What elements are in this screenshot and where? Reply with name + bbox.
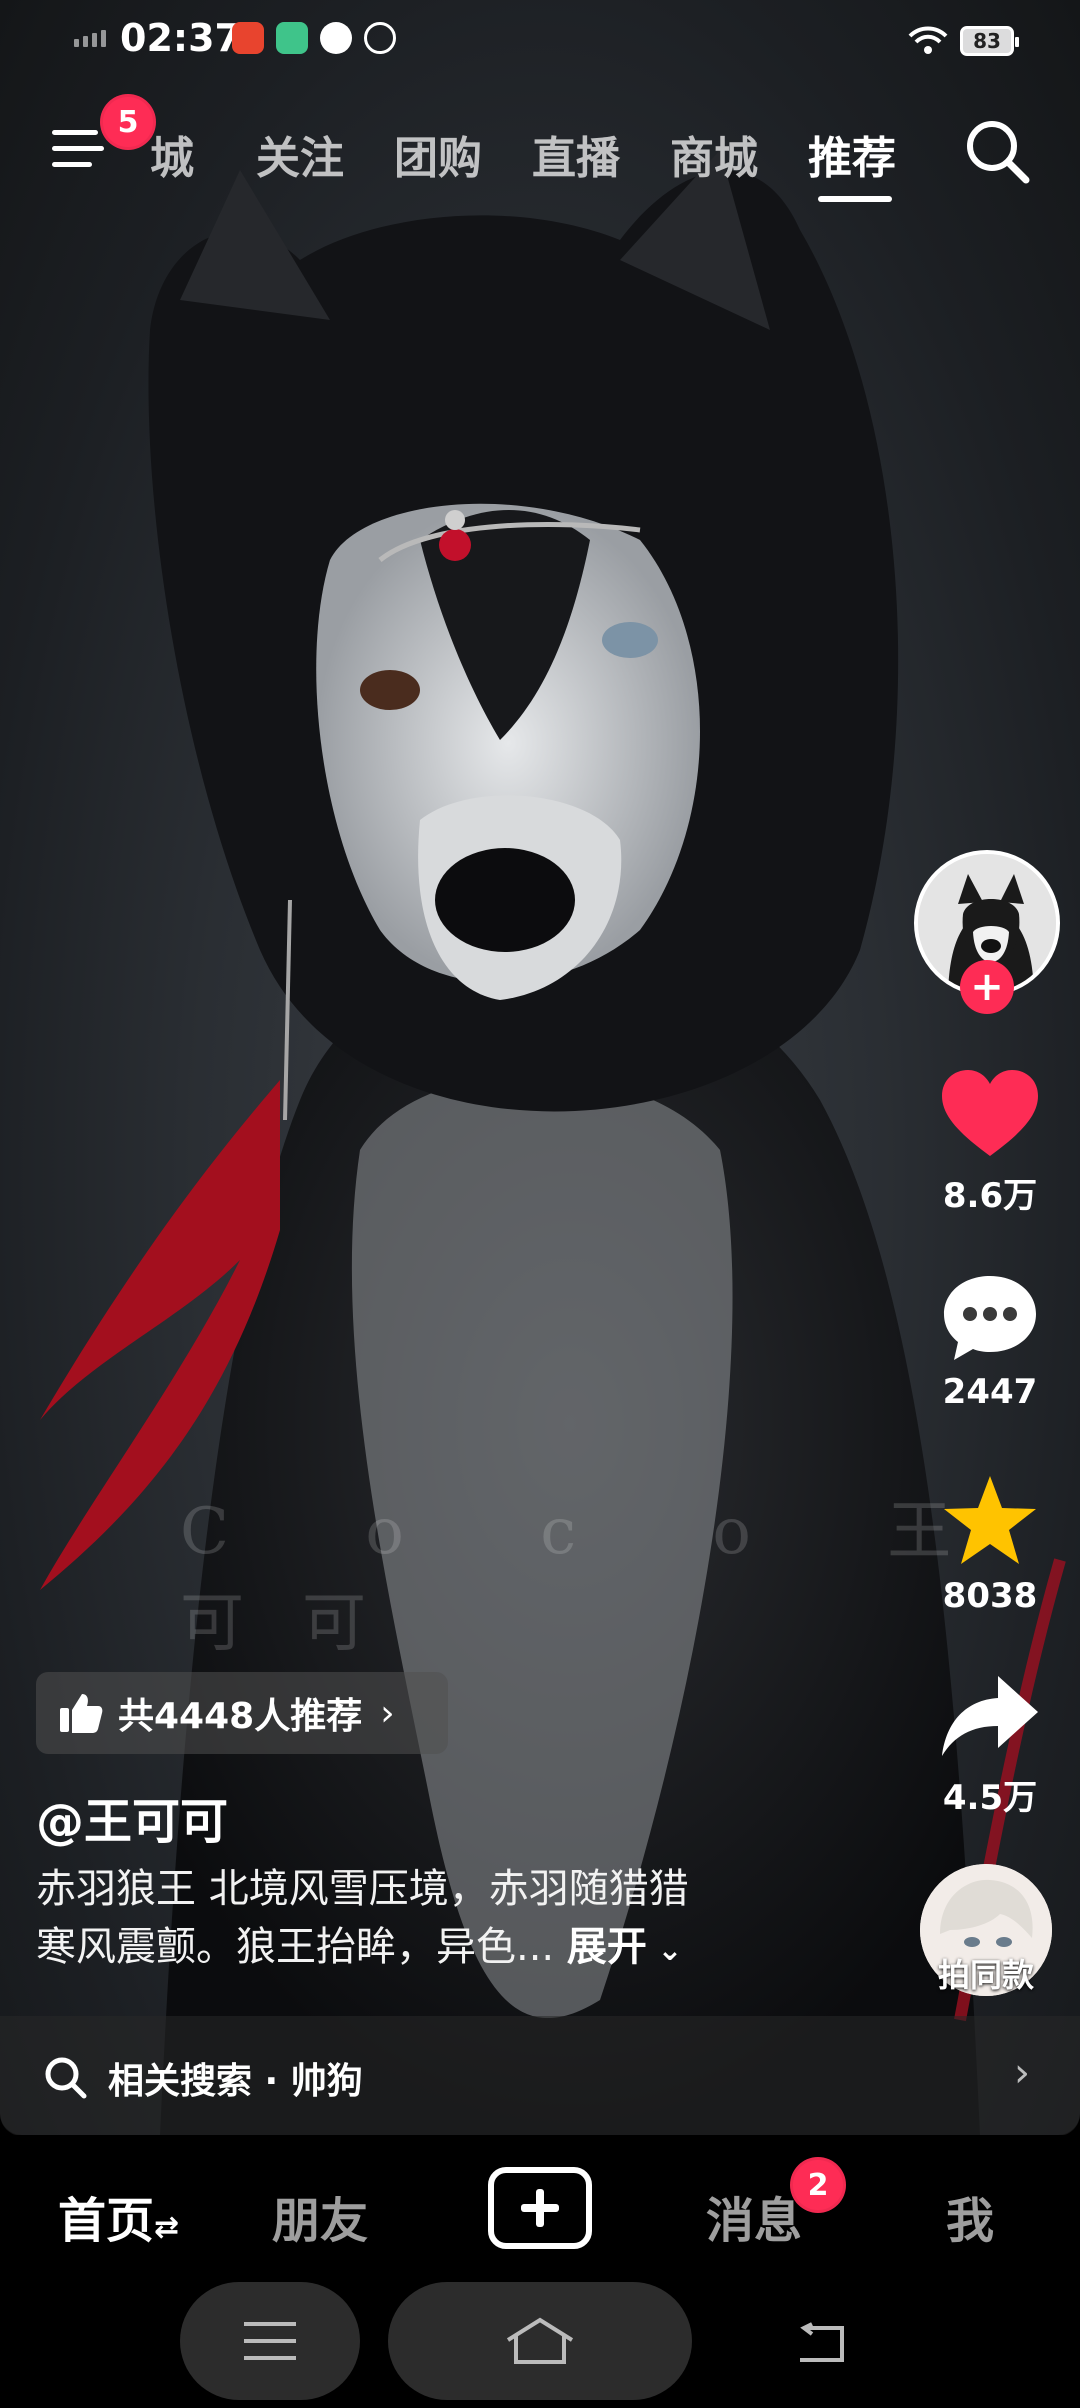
home-icon (506, 2317, 574, 2364)
wifi-icon (908, 26, 948, 54)
description-line: 赤羽狼王 北境风雪压境，赤羽随猎猎 (36, 1866, 689, 1912)
status-time: 02:37 (120, 16, 241, 60)
app-notification-icon (364, 22, 396, 54)
system-home-button[interactable] (388, 2282, 692, 2400)
author-name[interactable]: @王可可 (36, 1782, 228, 1852)
plus-icon (521, 2189, 559, 2227)
switch-arrows-icon: ⇄ (154, 2210, 180, 2245)
menu-icon-line (52, 146, 104, 151)
tab-group-buy[interactable]: 团购 (394, 122, 482, 186)
system-menu-button[interactable] (180, 2282, 360, 2400)
post-description[interactable]: 赤羽狼王 北境风雪压境，赤羽随猎猎 寒风震颤。狼王抬眸，异色... 展开 ⌄ (36, 1860, 796, 1980)
comment-icon (944, 1276, 1036, 1360)
create-post-button[interactable] (488, 2167, 592, 2249)
app-notification-icon (232, 22, 264, 54)
recommend-count-text: 共4448人推荐 (118, 1696, 363, 1737)
nav-home-label: 首页 (58, 2193, 155, 2249)
search-icon[interactable] (962, 116, 1034, 188)
related-search-bar[interactable]: 相关搜索 · 帅狗 › (0, 2016, 1080, 2136)
share-count: 4.5万 (942, 1778, 1038, 1818)
messages-badge: 2 (790, 2157, 846, 2213)
tab-mall[interactable]: 商城 (670, 122, 758, 186)
notification-icons (232, 22, 396, 54)
signal-icon (74, 30, 106, 47)
comment-button[interactable]: 2447 (930, 1272, 1050, 1412)
plus-icon: + (970, 964, 1004, 1010)
bottom-nav: 首页⇄ 朋友 消息 2 我 (0, 2135, 1080, 2290)
thumbs-up-icon (60, 1694, 103, 1733)
nav-home[interactable]: 首页⇄ (58, 2181, 179, 2251)
heart-icon (942, 1070, 1038, 1156)
nav-messages[interactable]: 消息 (706, 2181, 802, 2251)
menu-icon (52, 130, 98, 135)
battery-indicator: 83 (960, 26, 1019, 56)
favorite-count: 8038 (942, 1576, 1038, 1616)
menu-badge: 5 (100, 94, 156, 150)
chevron-right-icon: › (380, 1692, 395, 1734)
tab-recommend[interactable]: 推荐 (808, 122, 896, 186)
share-button[interactable]: 4.5万 (930, 1672, 1050, 1819)
system-back-button[interactable] (796, 2322, 850, 2366)
status-bar: 02:37 83 (0, 0, 1080, 84)
follow-button[interactable]: + (960, 960, 1014, 1014)
comment-count: 2447 (942, 1372, 1038, 1412)
search-icon (45, 2057, 87, 2099)
active-tab-indicator (818, 196, 892, 202)
tab-following[interactable]: 关注 (256, 122, 344, 186)
share-icon (942, 1676, 1038, 1756)
description-line: 寒风震颤。狼王抬眸，异色... (36, 1924, 555, 1970)
menu-icon-line (52, 162, 92, 167)
like-count: 8.6万 (942, 1176, 1038, 1216)
nav-friends[interactable]: 朋友 (272, 2181, 368, 2251)
expand-link[interactable]: 展开 (567, 1924, 647, 1970)
chevron-down-icon: ⌄ (646, 1933, 683, 1968)
nav-me[interactable]: 我 (946, 2181, 994, 2251)
recommend-count-pill[interactable]: 共4448人推荐 › (36, 1672, 448, 1754)
tab-city[interactable]: 城 (150, 122, 194, 186)
menu-icon (244, 2322, 296, 2360)
favorite-button[interactable]: 8038 (930, 1472, 1050, 1616)
star-icon (944, 1476, 1036, 1564)
chat-notification-icon (320, 22, 352, 54)
like-button[interactable]: 8.6万 (930, 1068, 1050, 1217)
tab-live[interactable]: 直播 (532, 122, 620, 186)
app-notification-icon (276, 22, 308, 54)
chevron-right-icon: › (1014, 2050, 1030, 2096)
same-style-label: 拍同款 (937, 1956, 1034, 1994)
related-search-label: 相关搜索 · 帅狗 (108, 2061, 363, 2102)
